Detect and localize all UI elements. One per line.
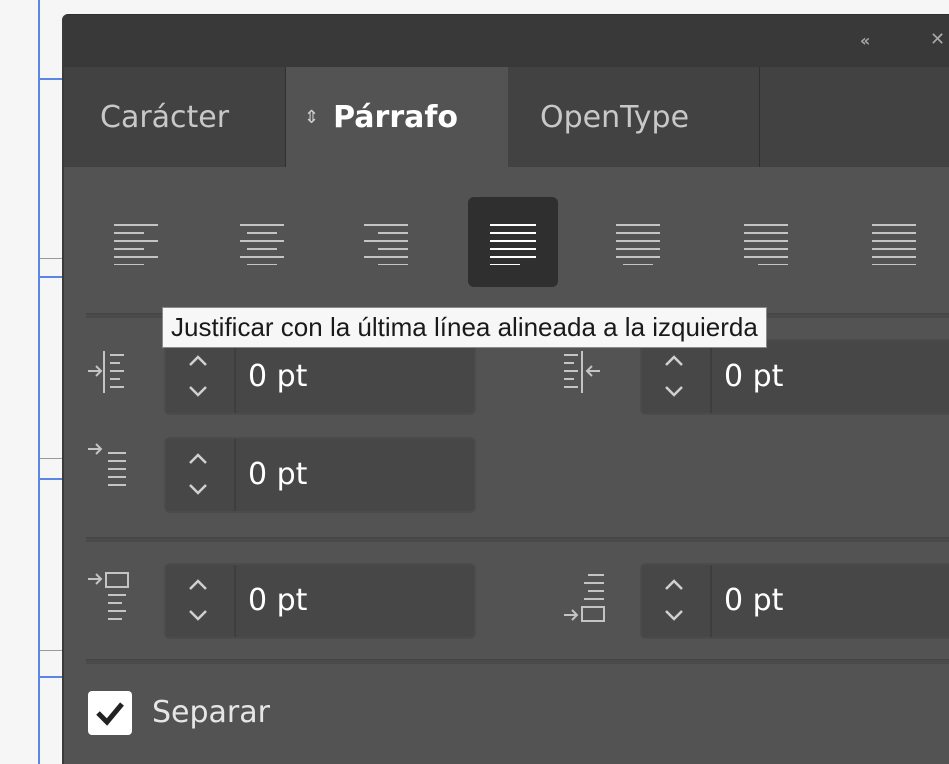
chevron-down-icon[interactable]: [188, 483, 208, 495]
space-after-value[interactable]: 0 pt: [724, 583, 783, 618]
paragraph-panel: ‹‹ ✕ Carácter ⇕ Párrafo OpenType 0 pt 0 …: [62, 14, 949, 764]
chevron-down-icon[interactable]: [664, 385, 684, 397]
first-line-indent-field[interactable]: 0 pt: [164, 437, 476, 513]
justify-last-center-icon: [616, 224, 660, 265]
space-before-stepper[interactable]: [166, 565, 236, 637]
double-chevron-left-icon[interactable]: ‹‹: [860, 31, 870, 50]
justify-last-left-button[interactable]: [468, 197, 558, 287]
panel-titlebar[interactable]: ‹‹ ✕: [64, 15, 949, 67]
left-indent-icon: [88, 351, 124, 393]
first-line-indent-stepper[interactable]: [166, 439, 236, 511]
checkmark-icon: [96, 702, 124, 726]
space-before-value[interactable]: 0 pt: [248, 583, 307, 618]
close-icon[interactable]: ✕: [930, 29, 945, 50]
right-indent-value[interactable]: 0 pt: [724, 359, 783, 394]
chevron-down-icon[interactable]: [188, 609, 208, 621]
panel-tabbar: Carácter ⇕ Párrafo OpenType: [64, 67, 949, 167]
chevron-up-icon[interactable]: [188, 355, 208, 367]
left-indent-field[interactable]: 0 pt: [164, 339, 476, 415]
space-after-icon: [564, 574, 605, 622]
justify-last-left-icon: [490, 224, 536, 265]
section-divider: [86, 537, 949, 542]
hyphenate-label[interactable]: Separar: [152, 695, 270, 730]
hyphenate-checkbox[interactable]: [88, 691, 132, 735]
left-indent-value[interactable]: 0 pt: [248, 359, 307, 394]
justify-last-right-icon: [744, 224, 788, 265]
align-left-button[interactable]: [92, 197, 182, 287]
left-indent-stepper[interactable]: [166, 341, 236, 413]
tab-empty: [760, 67, 949, 167]
justify-all-icon: [872, 224, 916, 265]
align-right-icon: [364, 224, 408, 265]
right-indent-icon: [564, 351, 600, 393]
space-after-field[interactable]: 0 pt: [640, 563, 949, 639]
chevron-down-icon[interactable]: [664, 609, 684, 621]
chevron-up-icon[interactable]: [664, 355, 684, 367]
tab-label: OpenType: [540, 99, 690, 135]
space-after-stepper[interactable]: [642, 565, 712, 637]
chevron-down-icon[interactable]: [188, 385, 208, 397]
chevron-up-icon[interactable]: [188, 579, 208, 591]
align-center-icon: [240, 224, 284, 265]
section-divider: [86, 659, 949, 664]
chevron-up-icon[interactable]: [188, 453, 208, 465]
justify-all-button[interactable]: [848, 197, 938, 287]
tab-opentype[interactable]: OpenType: [508, 67, 760, 167]
align-right-button[interactable]: [340, 197, 430, 287]
tab-label: Carácter: [100, 99, 230, 135]
tab-label: Párrafo: [333, 99, 459, 135]
right-indent-stepper[interactable]: [642, 341, 712, 413]
align-center-button[interactable]: [216, 197, 306, 287]
tab-caracter[interactable]: Carácter: [64, 67, 286, 167]
document-line: [40, 458, 64, 459]
alignment-buttons: [64, 197, 949, 287]
space-before-icon: [88, 572, 129, 620]
space-before-field[interactable]: 0 pt: [164, 563, 476, 639]
tab-parrafo[interactable]: ⇕ Párrafo: [286, 67, 508, 167]
chevron-up-icon[interactable]: [664, 579, 684, 591]
document-line: [40, 650, 64, 651]
right-indent-field[interactable]: 0 pt: [640, 339, 949, 415]
justify-last-right-button[interactable]: [720, 197, 810, 287]
updown-arrows-icon: ⇕: [304, 106, 320, 128]
first-line-indent-icon: [88, 443, 126, 486]
alignment-tooltip: Justificar con la última línea alineada …: [162, 307, 767, 348]
first-line-indent-value[interactable]: 0 pt: [248, 457, 307, 492]
align-left-icon: [114, 224, 158, 265]
document-line: [40, 258, 64, 259]
justify-last-center-button[interactable]: [592, 197, 682, 287]
